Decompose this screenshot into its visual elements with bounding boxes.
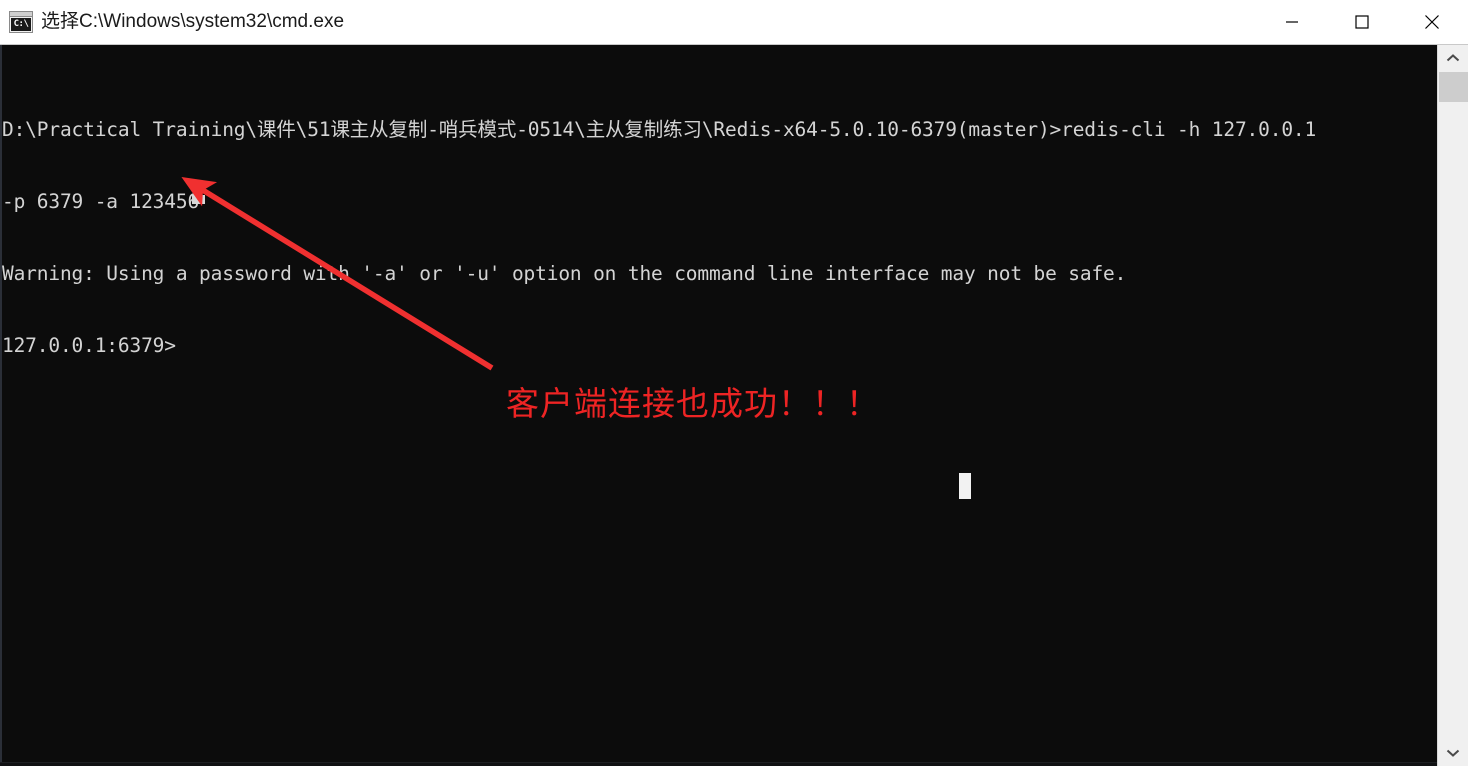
vertical-scrollbar[interactable] <box>1437 45 1468 766</box>
scroll-up-button[interactable] <box>1438 45 1468 71</box>
cmd-app-icon: C:\ <box>9 11 33 33</box>
console-line: Warning: Using a password with '-a' or '… <box>2 262 1127 285</box>
selection-artifact-block <box>959 473 971 499</box>
cmd-icon-prompt-text: C:\ <box>11 18 31 31</box>
maximize-button[interactable] <box>1328 0 1396 44</box>
cmd-icon-titlestrip <box>10 12 32 17</box>
console-line: -p 6379 -a 123456 <box>2 190 200 213</box>
text-cursor <box>192 195 205 204</box>
scroll-down-button[interactable] <box>1438 740 1468 766</box>
minimize-button[interactable] <box>1258 0 1326 44</box>
window-bottom-edge <box>0 762 1437 766</box>
console-text-buffer: D:\Practical Training\课件\51课主从复制-哨兵模式-05… <box>2 70 1436 406</box>
close-button[interactable] <box>1398 0 1466 44</box>
window-title: 选择C:\Windows\system32\cmd.exe <box>41 11 345 32</box>
console-line: 127.0.0.1:6379> <box>2 334 188 357</box>
title-bar[interactable]: C:\ 选择C:\Windows\system32\cmd.exe <box>0 0 1468 45</box>
console-output-area[interactable]: D:\Practical Training\课件\51课主从复制-哨兵模式-05… <box>0 45 1468 766</box>
scrollbar-thumb[interactable] <box>1439 72 1468 102</box>
console-line: D:\Practical Training\课件\51课主从复制-哨兵模式-05… <box>2 118 1317 141</box>
cmd-window: C:\ 选择C:\Windows\system32\cmd.exe D:\Pra… <box>0 0 1468 766</box>
